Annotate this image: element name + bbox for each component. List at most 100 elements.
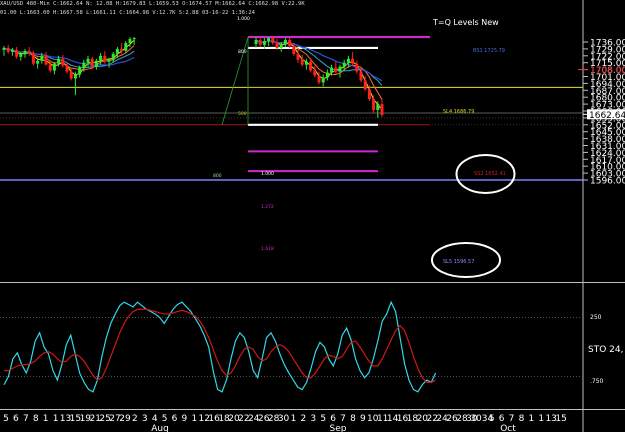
candle-body bbox=[380, 104, 384, 115]
time-day-label: 6 bbox=[172, 414, 178, 424]
price-axis: 1736.001729.001722.001715.001708.001701.… bbox=[578, 39, 625, 187]
time-day-label: 1 bbox=[43, 414, 49, 424]
time-day-label: 5 bbox=[162, 414, 168, 424]
time-day-label: 9 bbox=[360, 414, 366, 424]
candle-body bbox=[124, 42, 128, 51]
time-day-label: 8 bbox=[33, 414, 39, 424]
candle-body bbox=[15, 49, 19, 57]
candle-body bbox=[86, 58, 90, 63]
candle-body bbox=[271, 38, 275, 43]
candle-body bbox=[19, 53, 23, 57]
time-day-label: 5 bbox=[320, 414, 326, 424]
candle-body bbox=[313, 70, 317, 76]
candle-body bbox=[61, 58, 65, 66]
candle-body bbox=[258, 40, 262, 45]
candle-body bbox=[279, 43, 283, 48]
candle-body bbox=[132, 38, 136, 40]
time-day-label: 4 bbox=[152, 414, 158, 424]
candle-body bbox=[351, 58, 355, 64]
candle-body bbox=[82, 62, 86, 68]
candle-body bbox=[57, 58, 61, 64]
fib-label-500: 800 bbox=[238, 49, 247, 55]
candle-body bbox=[321, 77, 325, 83]
candle-body bbox=[283, 40, 287, 44]
time-month-label: Sep bbox=[330, 424, 347, 432]
candle-body bbox=[94, 60, 98, 67]
level-label-sl4: SL4 1686.79 bbox=[443, 109, 474, 115]
time-day-label: 1 bbox=[191, 414, 197, 424]
time-axis: 5 6 7 8 1 1 13151921252729 2 3 4 5 6 9 1 1216182022242… bbox=[3, 414, 567, 432]
chart-canvas[interactable]: 1736.001729.001722.001715.001708.001701.… bbox=[0, 0, 625, 432]
time-day-label: 2 bbox=[132, 414, 138, 424]
fib-label-top: 1.000 bbox=[237, 16, 250, 22]
candle-body bbox=[31, 52, 35, 64]
time-month-label: Aug bbox=[151, 424, 169, 432]
candle-body bbox=[115, 48, 119, 54]
candle-body bbox=[267, 38, 271, 42]
time-day-label: 1 bbox=[528, 414, 534, 424]
fib-label-618: 500 bbox=[238, 111, 247, 117]
candle-body bbox=[78, 67, 82, 75]
time-day-label: 7 bbox=[509, 414, 515, 424]
oscillator-label: STO 24, bbox=[588, 345, 623, 355]
candle-body bbox=[346, 58, 350, 63]
candle-body bbox=[107, 59, 111, 62]
candle-body bbox=[120, 48, 124, 51]
indicator-title: T=Q Levels New bbox=[432, 18, 499, 27]
marker-price-label: 1708.00 bbox=[590, 66, 625, 76]
level-label-sl5: SL5 1596.57 bbox=[443, 259, 474, 265]
level-label-bs1: BS1 1725.79 bbox=[473, 48, 505, 54]
candlestick-series bbox=[2, 37, 384, 118]
osc-tick-250: 250 bbox=[590, 314, 602, 321]
candle-body bbox=[52, 63, 56, 71]
time-month-label: Oct bbox=[500, 424, 516, 432]
time-day-label: 6 bbox=[13, 414, 19, 424]
candle-body bbox=[262, 41, 266, 45]
time-day-label: 8 bbox=[350, 414, 356, 424]
time-day-label: 30 bbox=[278, 414, 290, 424]
candle-body bbox=[309, 61, 313, 71]
candle-body bbox=[44, 55, 48, 65]
time-day-label: 6 bbox=[499, 414, 505, 424]
candle-body bbox=[304, 61, 308, 65]
time-day-label: 7 bbox=[340, 414, 346, 424]
time-day-label: 1 bbox=[291, 414, 297, 424]
candle-body bbox=[10, 49, 14, 52]
candle-body bbox=[103, 55, 107, 62]
candle-body bbox=[372, 99, 376, 111]
candle-body bbox=[90, 58, 94, 67]
fib-levels bbox=[0, 35, 583, 181]
candle-body bbox=[48, 64, 52, 71]
candle-body bbox=[317, 75, 321, 83]
candle-body bbox=[65, 65, 69, 72]
moving-averages bbox=[3, 39, 383, 110]
candle-body bbox=[254, 40, 258, 44]
candle-body bbox=[367, 89, 371, 100]
level-label-ss2: SS2 1652.41 bbox=[474, 171, 506, 177]
stochastic-oscillator bbox=[3, 300, 437, 393]
candle-body bbox=[334, 67, 338, 72]
candle-body bbox=[73, 74, 77, 79]
time-day-label: 1 bbox=[538, 414, 544, 424]
candle-body bbox=[23, 50, 27, 54]
candle-body bbox=[2, 47, 6, 50]
candle-body bbox=[36, 60, 40, 64]
current-price-label: 1662.64 bbox=[589, 111, 625, 121]
candle-body bbox=[330, 67, 334, 73]
time-day-label: 3 bbox=[310, 414, 316, 424]
time-day-label: 6 bbox=[330, 414, 336, 424]
time-day-label: 2 bbox=[301, 414, 307, 424]
fib-label-1618: 1.618 bbox=[261, 246, 274, 252]
time-day-label: 5 bbox=[489, 414, 495, 424]
time-day-label: 15 bbox=[555, 414, 566, 424]
candle-body bbox=[275, 42, 279, 48]
stochastic-d-line bbox=[4, 308, 436, 383]
candle-body bbox=[355, 63, 359, 72]
candle-body bbox=[338, 66, 342, 72]
osc-tick-750: .750 bbox=[590, 378, 604, 385]
candle-body bbox=[69, 71, 73, 79]
candle-body bbox=[363, 80, 367, 90]
fib-label-800-left: 800 bbox=[213, 173, 222, 179]
candle-body bbox=[27, 50, 31, 53]
candle-body bbox=[111, 53, 115, 60]
